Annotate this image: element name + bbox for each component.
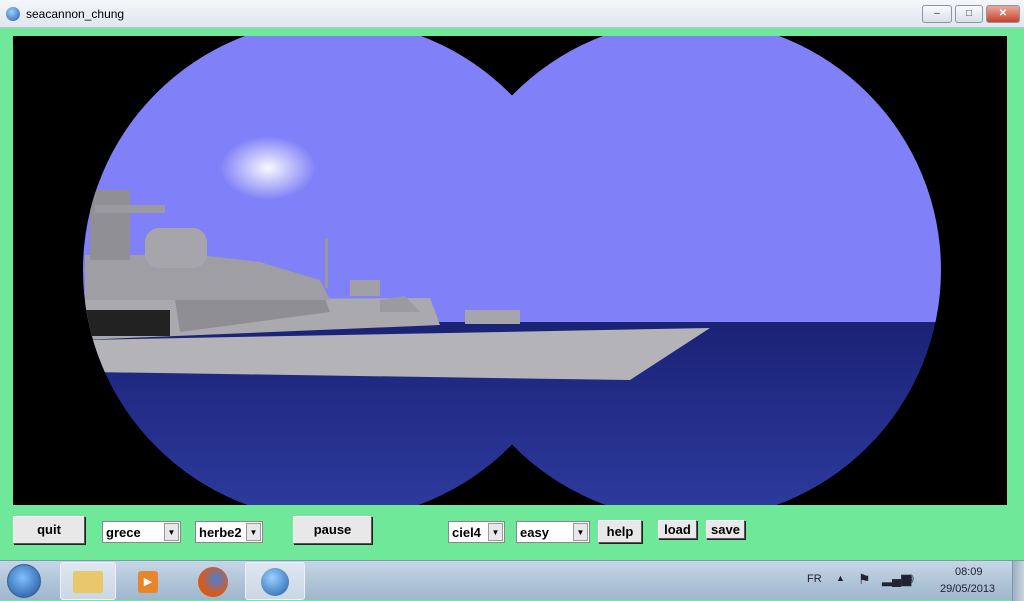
chevron-down-icon[interactable]: ▼ bbox=[488, 523, 503, 541]
pause-button[interactable]: pause bbox=[293, 516, 372, 544]
file-explorer-icon[interactable] bbox=[60, 562, 116, 600]
country-select[interactable]: grece ▼ bbox=[102, 521, 181, 543]
chevron-down-icon[interactable]: ▼ bbox=[573, 523, 588, 541]
country-select-value: grece bbox=[106, 525, 141, 540]
media-player-icon[interactable]: ▶ bbox=[120, 562, 176, 600]
clock-date[interactable]: 29/05/2013 bbox=[940, 583, 995, 595]
load-button[interactable]: load bbox=[658, 520, 697, 539]
chevron-down-icon[interactable]: ▼ bbox=[246, 523, 261, 541]
seacannon-app-icon[interactable] bbox=[245, 562, 305, 600]
window-title: seacannon_chung bbox=[26, 7, 125, 21]
difficulty-select[interactable]: easy ▼ bbox=[516, 521, 590, 543]
cloud bbox=[220, 136, 316, 200]
save-button[interactable]: save bbox=[706, 520, 745, 539]
minimize-button[interactable]: – bbox=[922, 5, 952, 23]
action-center-flag-icon[interactable]: ⚑ bbox=[858, 571, 871, 588]
chevron-down-icon[interactable]: ▼ bbox=[164, 523, 179, 541]
close-button[interactable]: ✕ bbox=[986, 5, 1020, 23]
app-icon bbox=[6, 7, 20, 21]
windows-start-icon[interactable] bbox=[7, 564, 41, 598]
game-scene bbox=[83, 20, 941, 520]
help-button[interactable]: help bbox=[598, 520, 642, 543]
taskbar: ▶ FR ▲ ⚑ ▂▄▆ 🔊︎ 08:09 29/05/2013 bbox=[0, 560, 1024, 601]
sky-select[interactable]: ciel4 ▼ bbox=[448, 521, 505, 543]
clock-time[interactable]: 08:09 bbox=[955, 566, 983, 578]
language-indicator[interactable]: FR bbox=[807, 573, 822, 585]
firefox-icon[interactable] bbox=[185, 562, 241, 600]
show-hidden-icons[interactable]: ▲ bbox=[836, 573, 845, 583]
maximize-button[interactable]: □ bbox=[955, 5, 983, 23]
terrain-select[interactable]: herbe2 ▼ bbox=[195, 521, 263, 543]
terrain-select-value: herbe2 bbox=[199, 525, 242, 540]
quit-button[interactable]: quit bbox=[13, 516, 85, 544]
show-desktop-button[interactable] bbox=[1012, 561, 1024, 601]
difficulty-select-value: easy bbox=[520, 525, 549, 540]
binocular-view[interactable] bbox=[13, 20, 1007, 520]
title-bar: seacannon_chung – □ ✕ bbox=[0, 0, 1024, 28]
volume-icon[interactable]: 🔊︎ bbox=[905, 570, 914, 587]
sky-select-value: ciel4 bbox=[452, 525, 481, 540]
